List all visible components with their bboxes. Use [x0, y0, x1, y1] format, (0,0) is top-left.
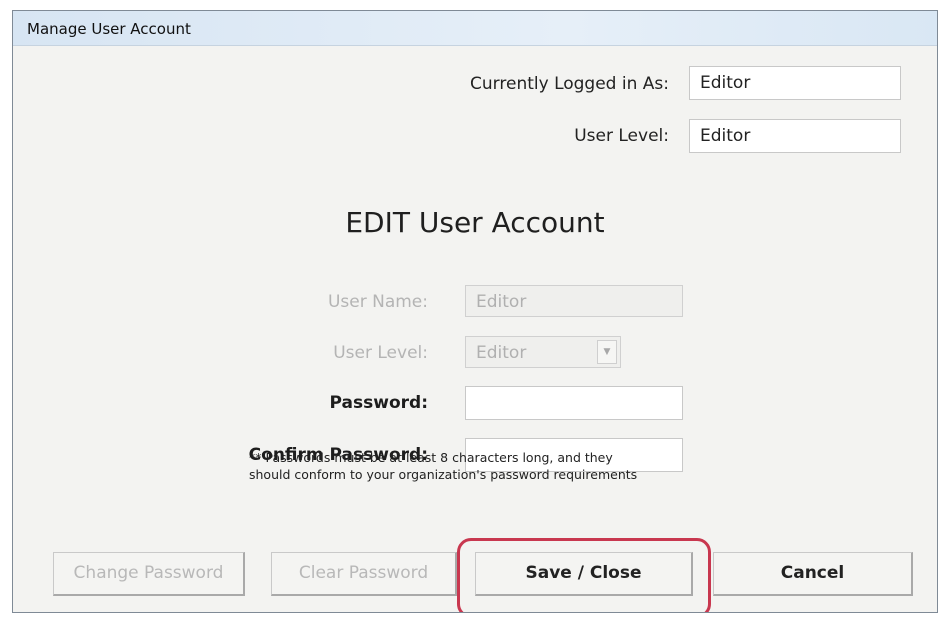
- clear-password-button[interactable]: Clear Password: [271, 552, 457, 596]
- change-password-button[interactable]: Change Password: [53, 552, 245, 596]
- dialog-content: Currently Logged in As: Editor User Leve…: [13, 46, 937, 612]
- title-bar: Manage User Account: [13, 11, 937, 46]
- password-note-line-2: should conform to your organization's pa…: [249, 467, 638, 482]
- window-title: Manage User Account: [27, 20, 191, 38]
- user-level-label: User Level:: [333, 343, 428, 363]
- session-user-level-field[interactable]: Editor: [689, 119, 901, 153]
- logged-in-label: Currently Logged in As:: [470, 74, 669, 94]
- password-note-line-1: ** Passwords must be at least 8 characte…: [249, 450, 613, 465]
- password-label: Password:: [329, 393, 428, 413]
- username-label: User Name:: [327, 292, 428, 312]
- cancel-button[interactable]: Cancel: [713, 552, 913, 596]
- username-field: Editor: [465, 285, 683, 317]
- save-close-button[interactable]: Save / Close: [475, 552, 693, 596]
- logged-in-field[interactable]: Editor: [689, 66, 901, 100]
- chevron-down-icon: ▼: [597, 340, 617, 364]
- session-user-level-label: User Level:: [574, 126, 669, 146]
- page-title: EDIT User Account: [345, 206, 605, 239]
- manage-user-account-window: Manage User Account Currently Logged in …: [12, 10, 938, 613]
- password-note: ** Passwords must be at least 8 characte…: [249, 449, 637, 483]
- password-field[interactable]: [465, 386, 683, 420]
